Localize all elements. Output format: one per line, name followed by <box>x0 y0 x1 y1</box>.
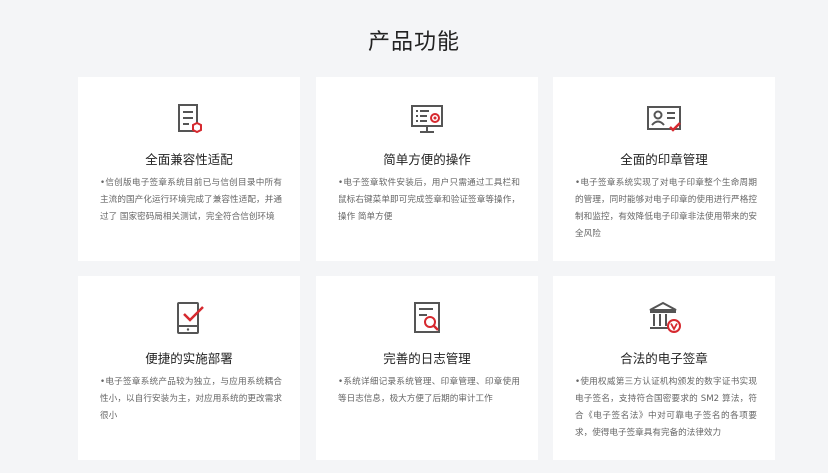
feature-description: •电子签章系统产品较为独立，与应用系统耦合性小，以自行安装为主，对应用系统的更改… <box>100 377 282 421</box>
log-search-icon <box>407 298 447 338</box>
feature-card-operation: 简单方便的操作 •电子签章软件安装后，用户只需通过工具栏和鼠标右键菜单即可完成签… <box>316 77 538 261</box>
page-title: 产品功能 <box>367 30 460 55</box>
feature-title: 全面的印章管理 <box>620 152 708 167</box>
feature-description: •系统详细记录系统管理、印章管理、印章使用 等日志信息，极大方便了后期的审计工作 <box>338 377 520 404</box>
feature-title: 便捷的实施部署 <box>145 351 233 366</box>
feature-title: 完善的日志管理 <box>383 351 471 366</box>
feature-card-compatibility: 全面兼容性适配 •信创版电子签章系统目前已与信创目录中所有主流的国产化运行环境完… <box>78 77 300 261</box>
tablet-check-icon <box>169 298 209 338</box>
feature-description: •信创版电子签章系统目前已与信创目录中所有主流的国产化运行环境完成了兼容性适配，… <box>100 178 282 222</box>
feature-title: 合法的电子签章 <box>620 351 708 366</box>
document-badge-icon <box>169 99 209 139</box>
bank-verified-icon <box>644 298 684 338</box>
id-card-check-icon <box>644 99 684 139</box>
feature-description: •电子签章系统实现了对电子印章整个生命周期的管理，同时能够对电子印章的使用进行严… <box>575 178 757 239</box>
feature-card-log-management: 完善的日志管理 •系统详细记录系统管理、印章管理、印章使用 等日志信息，极大方便… <box>316 276 538 460</box>
feature-description: •使用权威第三方认证机构颁发的数字证书实现电子签名，支持符合国密要求的 SM2 … <box>575 377 757 438</box>
feature-card-deployment: 便捷的实施部署 •电子签章系统产品较为独立，与应用系统耦合性小，以自行安装为主，… <box>78 276 300 460</box>
monitor-seal-icon <box>407 99 447 139</box>
feature-card-legal-signature: 合法的电子签章 •使用权威第三方认证机构颁发的数字证书实现电子签名，支持符合国密… <box>553 276 775 460</box>
feature-title: 简单方便的操作 <box>383 152 471 167</box>
feature-card-seal-management: 全面的印章管理 •电子签章系统实现了对电子印章整个生命周期的管理，同时能够对电子… <box>553 77 775 261</box>
feature-description: •电子签章软件安装后，用户只需通过工具栏和鼠标右键菜单即可完成签章和验证签章等操… <box>338 178 520 222</box>
feature-title: 全面兼容性适配 <box>145 152 233 167</box>
